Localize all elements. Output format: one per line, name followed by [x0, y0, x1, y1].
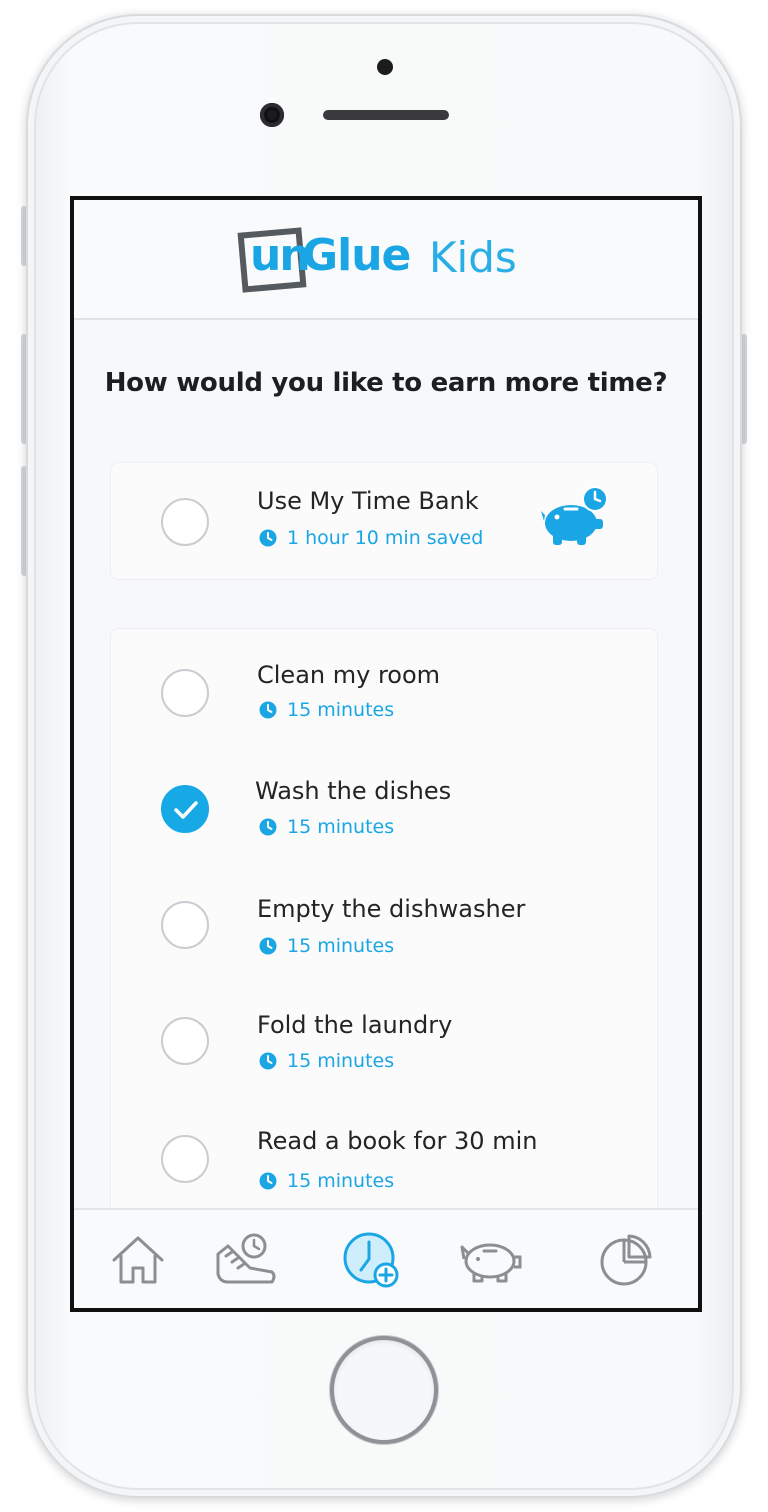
- tasks-list: Clean my room 15 minutes Wash the dishes…: [110, 628, 658, 1228]
- clock-icon: [259, 937, 277, 955]
- tab-activities[interactable]: [214, 1228, 278, 1292]
- task-item[interactable]: Wash the dishes 15 minutes: [111, 767, 659, 867]
- task-duration-text: 15 minutes: [287, 699, 395, 721]
- time-bank-option[interactable]: Use My Time Bank 1 hour 10 min saved: [110, 462, 658, 580]
- task-duration: 15 minutes: [259, 1170, 394, 1192]
- device-mockup: un Glue Kids How would you like to earn …: [0, 0, 768, 1512]
- activity-shoe-clock-icon: [216, 1233, 276, 1284]
- task-radio[interactable]: [161, 669, 209, 717]
- piggy-bank-icon: [460, 1243, 522, 1283]
- app-header: un Glue Kids: [74, 200, 698, 320]
- front-camera: [260, 103, 284, 127]
- task-duration: 15 minutes: [259, 699, 394, 721]
- task-title: Empty the dishwasher: [257, 895, 526, 923]
- task-duration: 15 minutes: [259, 935, 394, 957]
- logo-un-text: un: [250, 230, 311, 281]
- time-bank-radio[interactable]: [161, 498, 209, 546]
- home-icon: [112, 1236, 164, 1284]
- clock-icon: [259, 818, 277, 836]
- tab-earn-time[interactable]: [339, 1228, 403, 1292]
- time-bank-saved: 1 hour 10 min saved: [259, 527, 483, 549]
- logo-kids-text: Kids: [429, 233, 517, 282]
- task-duration-text: 15 minutes: [287, 816, 395, 838]
- task-item[interactable]: Empty the dishwasher 15 minutes: [111, 885, 659, 985]
- task-duration-text: 15 minutes: [287, 1170, 395, 1192]
- tab-time-bank[interactable]: [458, 1228, 522, 1292]
- app-screen: un Glue Kids How would you like to earn …: [70, 196, 702, 1312]
- checkmark-icon: [174, 801, 198, 819]
- task-title: Fold the laundry: [257, 1011, 453, 1039]
- clock-icon: [259, 701, 277, 719]
- logo-glue-text: Glue: [302, 230, 411, 281]
- page-question: How would you like to earn more time?: [104, 368, 668, 398]
- task-title: Read a book for 30 min: [257, 1127, 538, 1155]
- task-radio[interactable]: [161, 901, 209, 949]
- earpiece-speaker: [323, 110, 449, 120]
- task-duration: 15 minutes: [259, 1050, 394, 1072]
- clock-icon: [259, 1172, 277, 1190]
- task-item[interactable]: Read a book for 30 min 15 minutes: [111, 1117, 659, 1217]
- clock-icon: [259, 529, 277, 547]
- unglue-kids-logo: un Glue Kids: [236, 220, 536, 300]
- home-button[interactable]: [330, 1336, 438, 1444]
- clock-icon: [259, 1052, 277, 1070]
- task-title: Clean my room: [257, 661, 441, 689]
- task-item[interactable]: Clean my room 15 minutes: [111, 651, 659, 751]
- tab-home[interactable]: [106, 1228, 170, 1292]
- piggy-bank-clock-icon: [541, 486, 608, 545]
- task-radio[interactable]: [161, 1017, 209, 1065]
- task-radio-checked[interactable]: [161, 785, 209, 833]
- task-title: Wash the dishes: [255, 777, 452, 805]
- task-item[interactable]: Fold the laundry 15 minutes: [111, 1001, 659, 1101]
- tab-reports[interactable]: [594, 1228, 658, 1292]
- task-duration-text: 15 minutes: [287, 1050, 395, 1072]
- pie-chart-icon: [600, 1234, 652, 1286]
- task-duration: 15 minutes: [259, 816, 394, 838]
- time-bank-title: Use My Time Bank: [257, 487, 479, 515]
- task-duration-text: 15 minutes: [287, 935, 395, 957]
- proximity-sensor: [377, 59, 393, 75]
- task-radio[interactable]: [161, 1135, 209, 1183]
- time-bank-saved-text: 1 hour 10 min saved: [287, 527, 484, 549]
- earn-time-clock-plus-icon: [343, 1232, 399, 1288]
- bottom-tab-bar: [74, 1208, 698, 1308]
